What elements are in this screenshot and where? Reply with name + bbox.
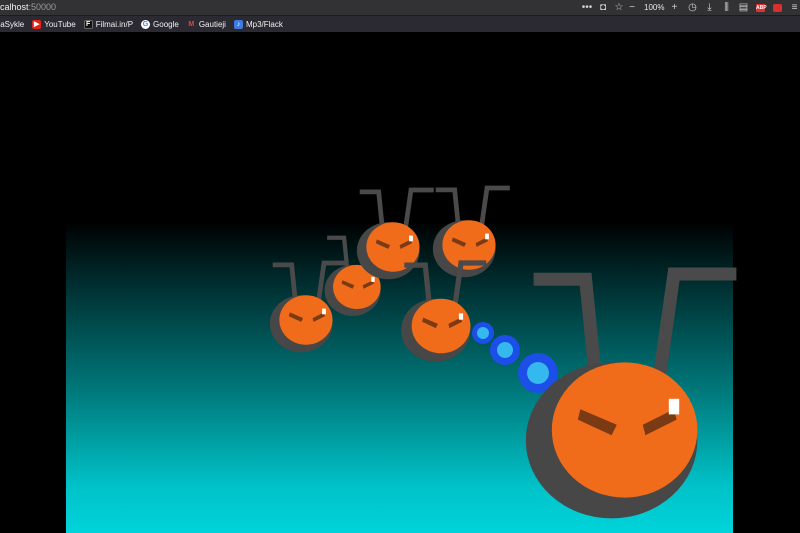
projectile xyxy=(490,335,520,365)
enemy-bug xyxy=(401,263,486,362)
game-scene xyxy=(0,0,800,533)
projectile xyxy=(472,322,494,344)
player-bug xyxy=(526,274,737,518)
